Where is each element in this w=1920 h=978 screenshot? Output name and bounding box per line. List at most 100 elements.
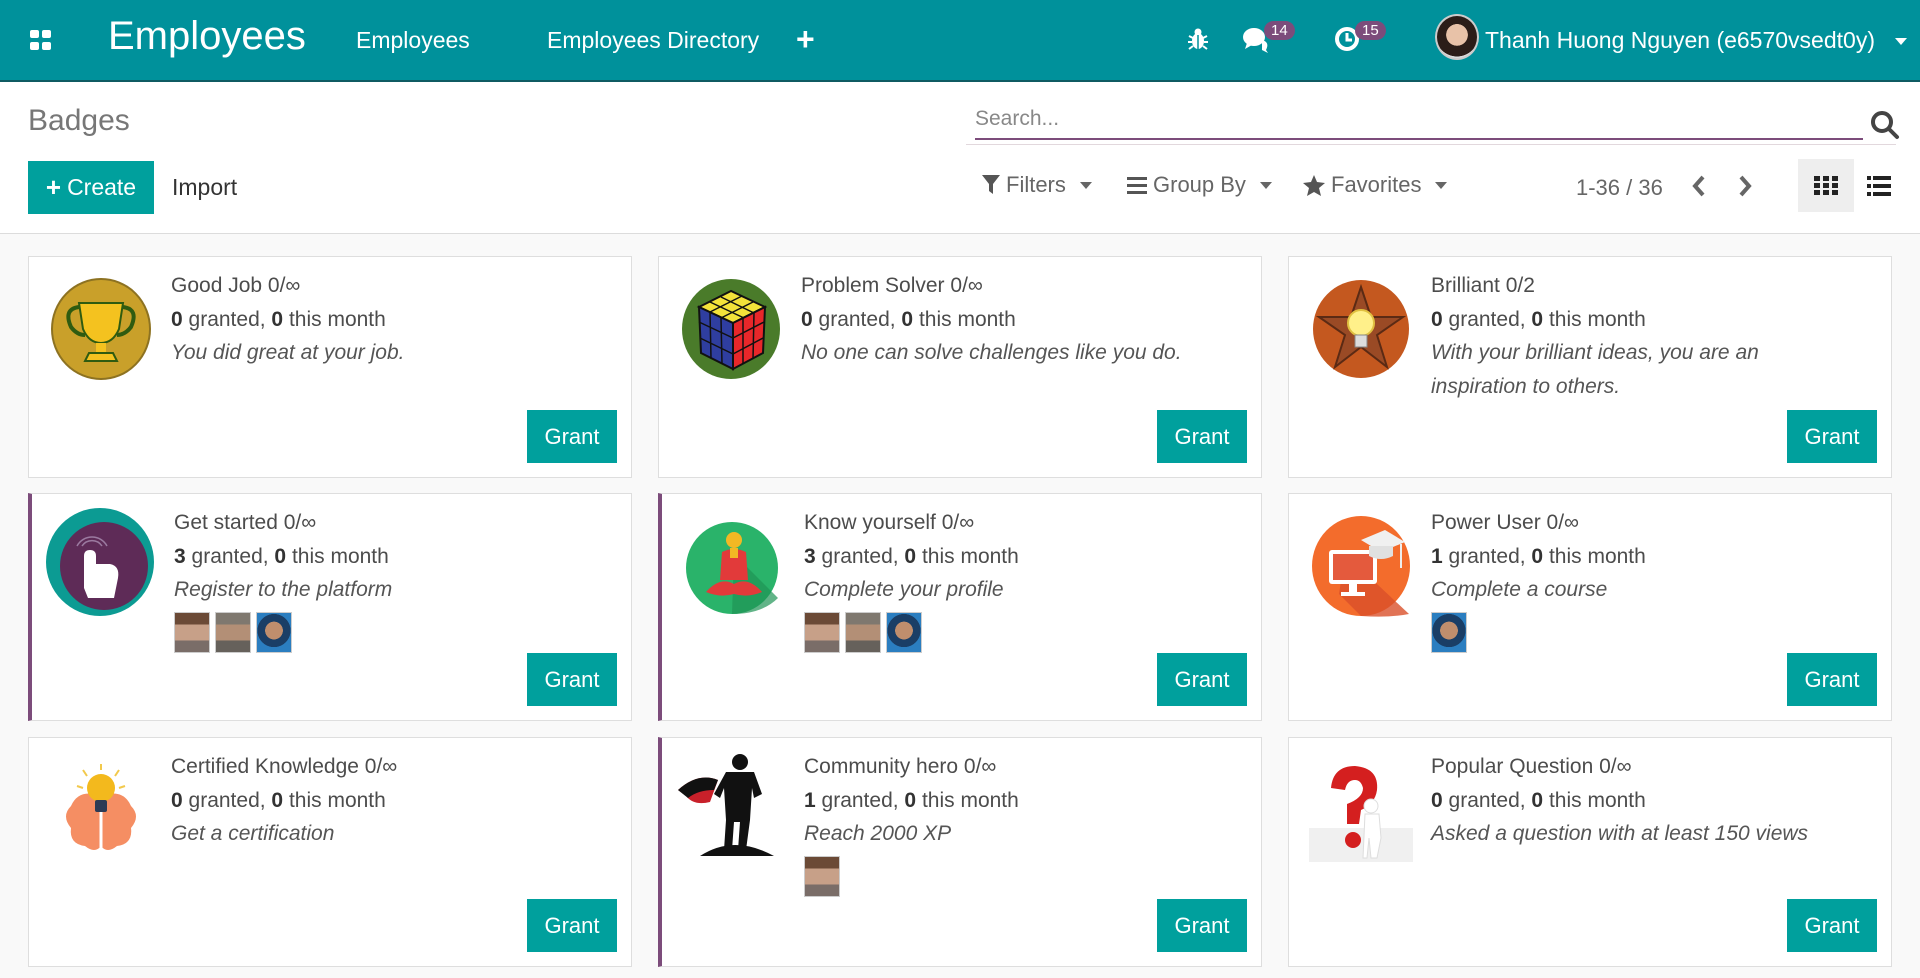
top-navbar: Employees Employees Employees Directory … [0, 0, 1920, 82]
group-by-dropdown[interactable]: Group By [1127, 172, 1272, 198]
app-title[interactable]: Employees [108, 14, 306, 59]
kanban-view-button[interactable] [1798, 159, 1854, 212]
meditation-icon [682, 514, 786, 618]
create-button[interactable]: + Create [28, 161, 154, 214]
grant-button[interactable]: Grant [527, 410, 617, 463]
badge-stats: 0 granted, 0 this month [1431, 308, 1646, 331]
owner-avatar[interactable] [886, 612, 922, 653]
badge-owners [804, 612, 922, 653]
grant-button[interactable]: Grant [1157, 653, 1247, 706]
this-month-count: 0 [1531, 545, 1544, 568]
search-input[interactable] [975, 100, 1863, 138]
granted-count: 0 [171, 789, 183, 812]
grant-button[interactable]: Grant [1787, 899, 1877, 952]
filters-dropdown[interactable]: Filters [982, 172, 1092, 198]
badge-card[interactable]: Good Job 0/∞ 0 granted, 0 this month You d… [28, 256, 632, 478]
plus-icon: + [45, 172, 62, 202]
menu-item-employees[interactable]: Employees [356, 27, 470, 54]
owner-avatar[interactable] [256, 612, 292, 653]
group-by-label: Group By [1153, 172, 1246, 197]
apps-menu-icon[interactable] [30, 30, 52, 50]
badge-card[interactable]: Power User 0/∞ 1 granted, 0 this month Com… [1288, 493, 1892, 721]
grant-button[interactable]: Grant [1787, 653, 1877, 706]
badge-card[interactable]: Brilliant 0/2 0 granted, 0 this month With… [1288, 256, 1892, 478]
search-icon[interactable] [1870, 110, 1900, 140]
badge-name[interactable]: Popular Question 0/∞ [1431, 755, 1632, 779]
grant-button[interactable]: Grant [1157, 410, 1247, 463]
granted-count: 3 [174, 545, 186, 568]
owner-avatar[interactable] [1431, 612, 1467, 653]
favorites-dropdown[interactable]: Favorites [1303, 172, 1448, 198]
badge-stats: 0 granted, 0 this month [1431, 789, 1646, 812]
badge-stats: 0 granted, 0 this month [801, 308, 1016, 331]
owner-avatar[interactable] [215, 612, 251, 653]
badge-card[interactable]: Know yourself 0/∞ 3 granted, 0 this month… [658, 493, 1262, 721]
import-button[interactable]: Import [172, 161, 237, 214]
granted-count: 1 [804, 789, 816, 812]
badge-description: You did great at your job. [171, 341, 405, 364]
badge-name[interactable]: Know yourself 0/∞ [804, 511, 974, 535]
favorites-label: Favorites [1331, 172, 1422, 197]
badge-stats: 3 granted, 0 this month [804, 545, 1019, 568]
question-mark-icon [1309, 758, 1413, 862]
pager-previous-icon[interactable] [1692, 175, 1706, 204]
this-month-count: 0 [271, 308, 284, 331]
badge-card[interactable]: Get started 0/∞ 3 granted, 0 this month Re… [28, 493, 632, 721]
badge-name[interactable]: Get started 0/∞ [174, 511, 316, 535]
page-title[interactable]: Badges [28, 104, 130, 138]
badge-name[interactable]: Problem Solver 0/∞ [801, 274, 983, 298]
badge-stats: 1 granted, 0 this month [804, 789, 1019, 812]
this-month-count: 0 [1531, 789, 1544, 812]
badge-stats: 0 granted, 0 this month [171, 308, 386, 331]
badge-card[interactable]: Problem Solver 0/∞ 0 granted, 0 this mont… [658, 256, 1262, 478]
badge-description: Complete your profile [804, 578, 1004, 601]
pager-next-icon[interactable] [1738, 175, 1752, 204]
badge-description: No one can solve challenges like you do. [801, 341, 1182, 364]
grant-button[interactable]: Grant [527, 899, 617, 952]
user-avatar[interactable] [1435, 14, 1479, 60]
badge-name[interactable]: Power User 0/∞ [1431, 511, 1579, 535]
list-view-button[interactable] [1851, 159, 1907, 212]
badge-name[interactable]: Community hero 0/∞ [804, 755, 996, 779]
rubiks-cube-icon [679, 277, 783, 381]
add-menu-icon[interactable]: + [796, 21, 815, 58]
pager-value[interactable]: 1-36 / 36 [1576, 175, 1663, 201]
user-menu[interactable]: Thanh Huong Nguyen (e6570vsedt0y) [1485, 27, 1908, 54]
search-divider [966, 144, 1896, 145]
badge-description: Asked a question with at least 150 views [1431, 822, 1809, 845]
list-bars-icon [1127, 177, 1147, 194]
granted-count: 0 [171, 308, 183, 331]
owner-avatar[interactable] [174, 612, 210, 653]
badge-stats: 1 granted, 0 this month [1431, 545, 1646, 568]
badge-description: Register to the platform [174, 578, 393, 601]
menu-item-employees-directory[interactable]: Employees Directory [547, 27, 759, 54]
caret-down-icon [1435, 181, 1448, 189]
owner-avatar[interactable] [804, 856, 840, 897]
granted-count: 3 [804, 545, 816, 568]
badge-description: Reach 2000 XP [804, 822, 952, 845]
badge-card[interactable]: Popular Question 0/∞ 0 granted, 0 this mo… [1288, 737, 1892, 967]
badge-name[interactable]: Certified Knowledge 0/∞ [171, 755, 397, 779]
badge-name[interactable]: Good Job 0/∞ [171, 274, 300, 298]
badge-name[interactable]: Brilliant 0/2 [1431, 274, 1535, 298]
debug-bug-icon[interactable] [1187, 26, 1209, 57]
grant-button[interactable]: Grant [1787, 410, 1877, 463]
owner-avatar[interactable] [845, 612, 881, 653]
activities-count-badge: 15 [1355, 21, 1386, 40]
owner-avatar[interactable] [804, 612, 840, 653]
grant-button[interactable]: Grant [527, 653, 617, 706]
touch-hand-icon [44, 506, 156, 618]
graduation-monitor-icon [1309, 514, 1413, 618]
granted-count: 1 [1431, 545, 1443, 568]
badge-card[interactable]: Certified Knowledge 0/∞ 0 granted, 0 this… [28, 737, 632, 967]
badge-description: With your brilliant ideas, you are an in… [1431, 341, 1759, 398]
search-box [975, 100, 1863, 140]
badges-kanban: Good Job 0/∞ 0 granted, 0 this month You d… [0, 234, 1920, 978]
filters-label: Filters [1006, 172, 1066, 197]
granted-count: 0 [1431, 789, 1443, 812]
lightbulb-star-icon [1309, 277, 1413, 381]
grant-button[interactable]: Grant [1157, 899, 1247, 952]
grid-view-icon [1814, 175, 1838, 195]
badge-card[interactable]: Community hero 0/∞ 1 granted, 0 this mont… [658, 737, 1262, 967]
caret-down-icon [1079, 181, 1092, 189]
